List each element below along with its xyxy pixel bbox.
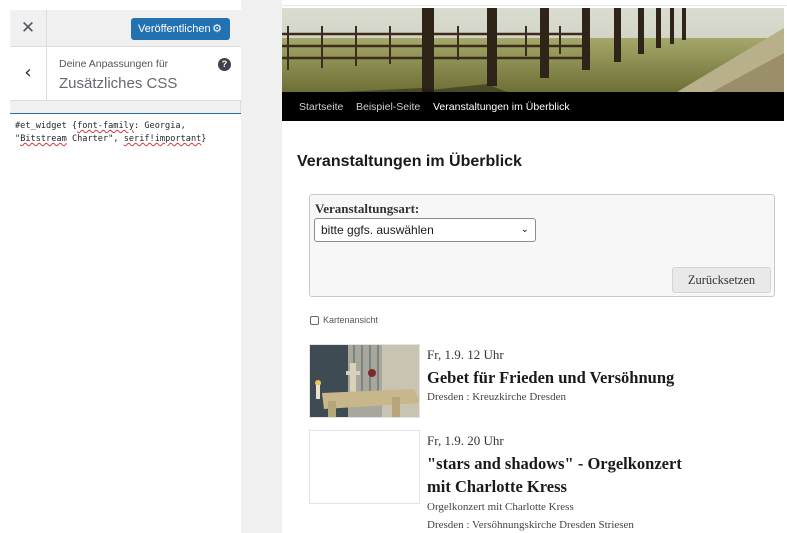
css-token-misspelled: serif!important bbox=[123, 134, 202, 144]
css-token: Charter", bbox=[66, 134, 124, 144]
css-token-misspelled: font-family bbox=[77, 121, 135, 131]
customizer-sidebar: ✕ Veröffentlichen ⚙ ‹ Deine Anpassungen … bbox=[10, 10, 241, 533]
preview-top-strip bbox=[282, 0, 787, 6]
nav-item-startseite[interactable]: Startseite bbox=[299, 101, 343, 113]
event-title-line-1[interactable]: "stars and shadows" - Orgelkonzert bbox=[427, 452, 757, 475]
css-code-text[interactable]: #et_widget {font-family: Georgia, "Bitst… bbox=[15, 120, 236, 146]
css-token: } bbox=[201, 134, 207, 144]
css-token-misspelled: Bitstream bbox=[20, 134, 67, 144]
publish-button-label: Veröffentlichen bbox=[138, 23, 211, 35]
map-view-label: Kartenansicht bbox=[323, 315, 379, 325]
close-icon[interactable]: ✕ bbox=[10, 10, 47, 47]
nav-item-beispiel-seite[interactable]: Beispiel-Seite bbox=[356, 101, 420, 113]
header-image bbox=[282, 8, 784, 92]
event-date: Fr, 1.9. 20 Uhr bbox=[427, 433, 504, 448]
map-view-checkbox[interactable] bbox=[310, 316, 319, 325]
event-type-select-value: bitte ggfs. auswählen bbox=[321, 223, 434, 237]
event-location: Dresden : Versöhnungskirche Dresden Stri… bbox=[427, 519, 634, 531]
site-navigation: Startseite Beispiel-Seite Veranstaltunge… bbox=[282, 92, 784, 121]
nav-item-veranstaltungen[interactable]: Veranstaltungen im Überblick bbox=[433, 101, 570, 113]
section-title: Zusätzliches CSS bbox=[59, 75, 178, 92]
event-title[interactable]: Gebet für Frieden und Versöhnung bbox=[427, 366, 757, 389]
church-interior-image bbox=[310, 345, 419, 417]
filter-label: Veranstaltungsart: bbox=[315, 201, 420, 216]
page-title: Veranstaltungen im Überblick bbox=[297, 153, 522, 170]
event-filter-box: Veranstaltungsart: bitte ggfs. auswählen… bbox=[309, 194, 775, 297]
back-arrow-icon[interactable]: ‹ bbox=[10, 47, 47, 101]
help-icon[interactable]: ? bbox=[218, 58, 231, 71]
css-token: #et_widget { bbox=[15, 121, 78, 131]
customizer-header: ✕ Veröffentlichen ⚙ bbox=[10, 10, 241, 47]
site-preview: Startseite Beispiel-Seite Veranstaltunge… bbox=[241, 0, 787, 533]
gear-icon[interactable]: ⚙ bbox=[212, 19, 222, 39]
css-token: : Georgia, bbox=[134, 121, 186, 131]
event-thumbnail[interactable] bbox=[309, 430, 420, 504]
event-type-select[interactable]: bitte ggfs. auswählen ⌄ bbox=[314, 218, 536, 242]
event-title-line-2[interactable]: mit Charlotte Kress bbox=[427, 475, 757, 498]
event-subtitle: Orgelkonzert mit Charlotte Kress bbox=[427, 501, 574, 513]
event-location: Dresden : Kreuzkirche Dresden bbox=[427, 391, 566, 403]
publish-button[interactable]: Veröffentlichen ⚙ bbox=[131, 18, 230, 40]
section-header: ‹ Deine Anpassungen für Zusätzliches CSS… bbox=[10, 47, 241, 101]
event-item[interactable]: Fr, 1.9. 20 Uhr "stars and shadows" - Or… bbox=[309, 430, 779, 533]
section-kicker: Deine Anpassungen für bbox=[59, 58, 169, 70]
event-date: Fr, 1.9. 12 Uhr bbox=[427, 347, 504, 362]
chevron-down-icon: ⌄ bbox=[520, 224, 529, 235]
header-landscape-image bbox=[282, 8, 784, 92]
event-thumbnail[interactable] bbox=[309, 344, 420, 418]
event-item[interactable]: Fr, 1.9. 12 Uhr Gebet für Frieden und Ve… bbox=[309, 344, 779, 424]
preview-gutter bbox=[241, 0, 282, 533]
reset-button[interactable]: Zurücksetzen bbox=[672, 267, 771, 293]
css-code-editor[interactable]: #et_widget {font-family: Georgia, "Bitst… bbox=[10, 113, 241, 533]
